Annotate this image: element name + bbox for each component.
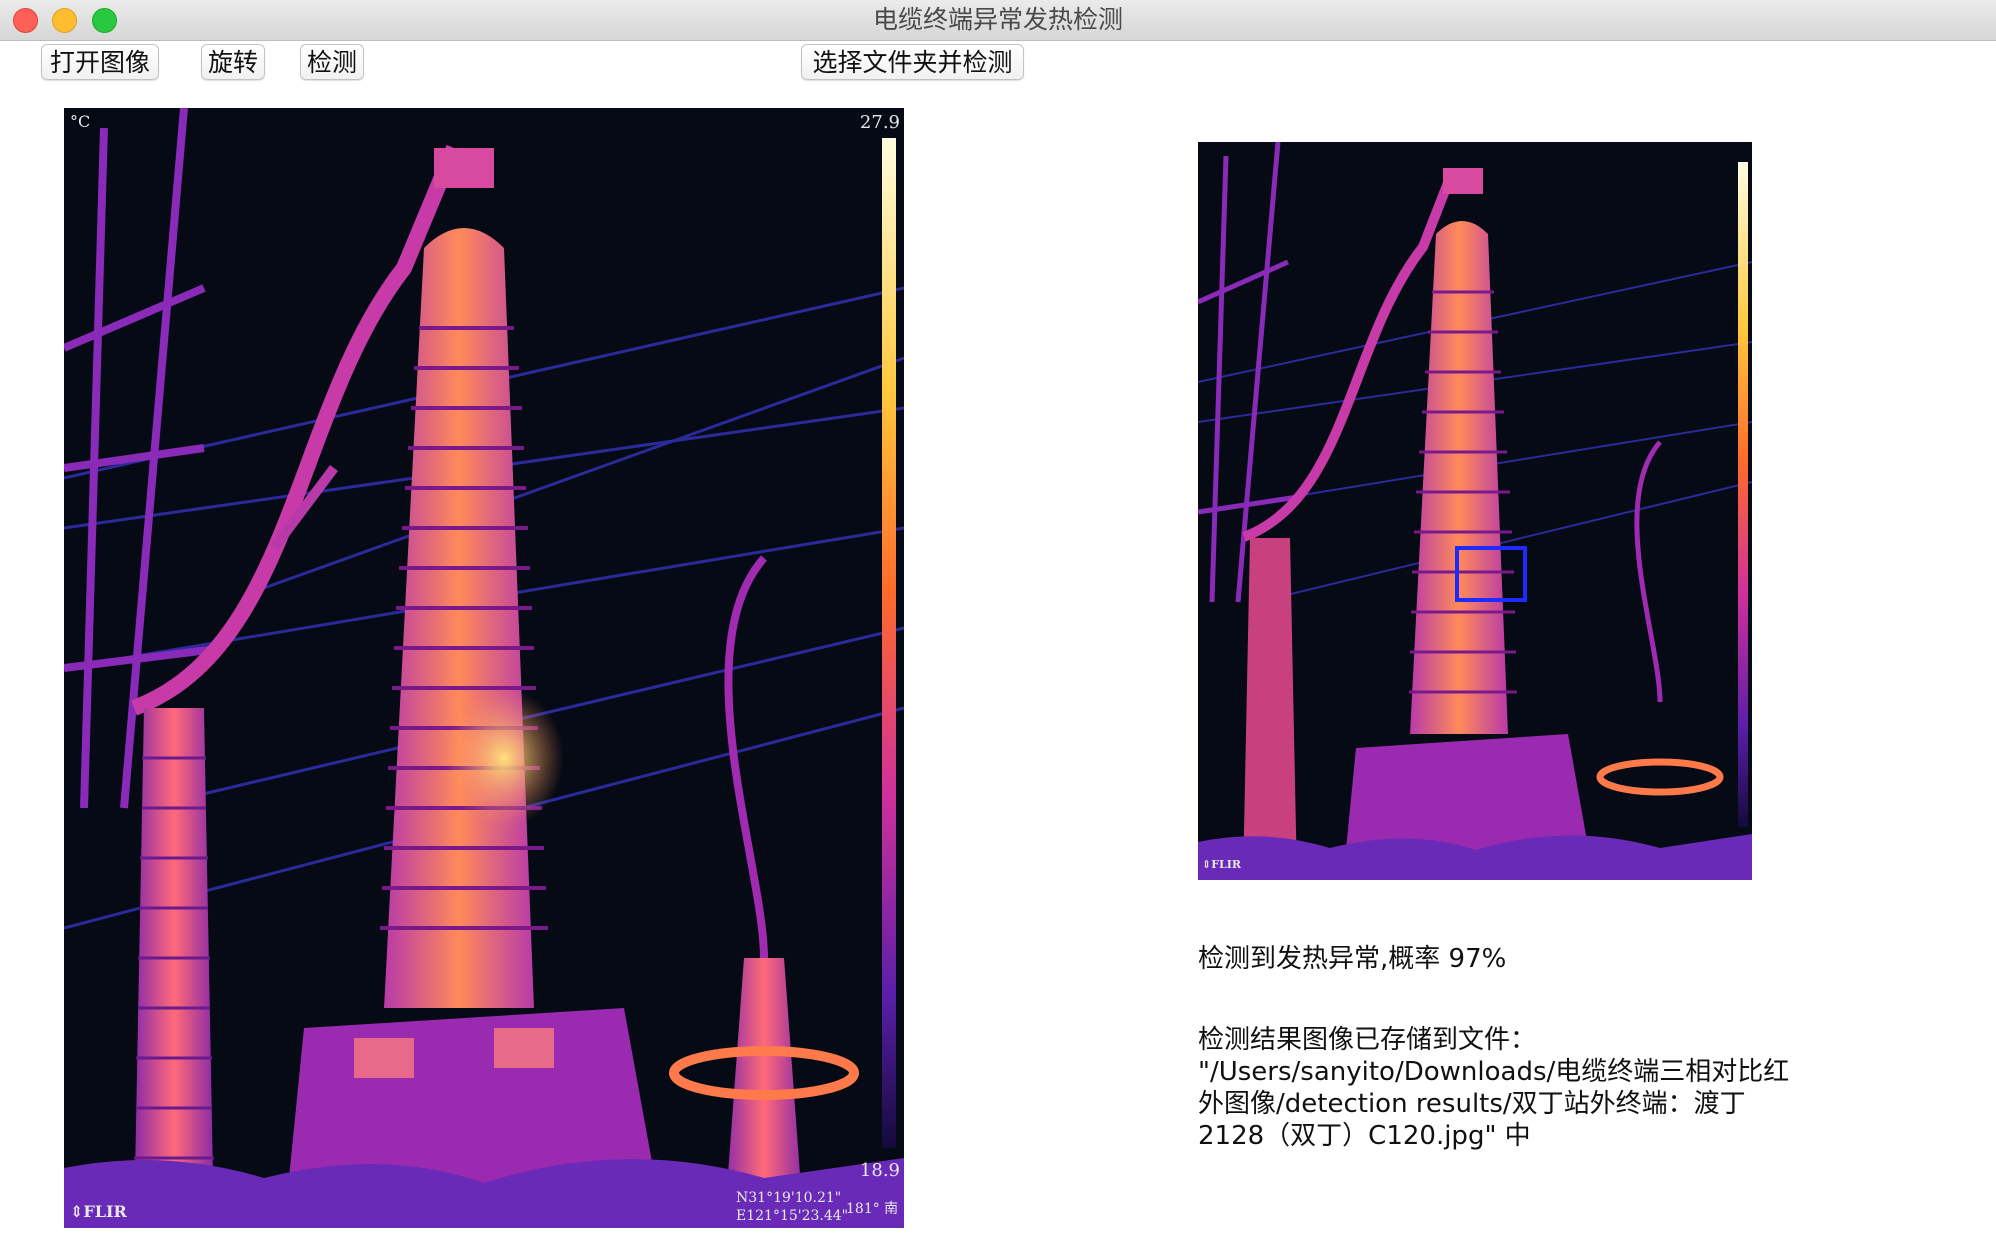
compass-heading: 181° 南 — [846, 1201, 899, 1217]
result-flir-logo: ⇕FLIR — [1202, 858, 1242, 871]
thermal-image-graphic — [64, 108, 904, 1228]
window-title: 电缆终端异常发热检测 — [872, 5, 1123, 34]
saved-file-line-2: "/Users/sanyito/Downloads/电缆终端三相对比红 — [1198, 1057, 1790, 1087]
gps-longitude: E121°15'23.44" — [736, 1208, 849, 1224]
result-image-graphic — [1198, 142, 1752, 880]
flir-logo: ⇕FLIR — [70, 1202, 127, 1221]
open-image-button[interactable]: 打开图像 — [41, 44, 159, 80]
gps-latitude: N31°19'10.21" — [736, 1190, 842, 1206]
result-temperature-scale-bar — [1738, 162, 1748, 827]
original-thermal-image: °C 27.9 18.9 ⇕FLIR N31°19'10.21" E121°15… — [64, 108, 904, 1228]
saved-file-line-1: 检测结果图像已存储到文件： — [1198, 1025, 1537, 1055]
saved-file-line-4: 2128（双丁）C120.jpg" 中 — [1198, 1121, 1531, 1151]
max-temp-label: 27.9 — [859, 112, 900, 133]
detection-probability-text: 检测到发热异常,概率 97% — [1198, 944, 1507, 974]
min-temp-label: 18.9 — [859, 1160, 900, 1181]
unit-label: °C — [70, 112, 91, 131]
temperature-scale-bar — [882, 138, 896, 1148]
select-folder-detect-button[interactable]: 选择文件夹并检测 — [801, 44, 1024, 80]
detect-button[interactable]: 检测 — [300, 44, 364, 80]
detection-result-image: ⇕FLIR — [1198, 142, 1752, 880]
title-bar: 电缆终端异常发热检测 — [0, 0, 1996, 41]
saved-file-line-3: 外图像/detection results/双丁站外终端：渡丁 — [1198, 1089, 1746, 1119]
rotate-button[interactable]: 旋转 — [201, 44, 265, 80]
